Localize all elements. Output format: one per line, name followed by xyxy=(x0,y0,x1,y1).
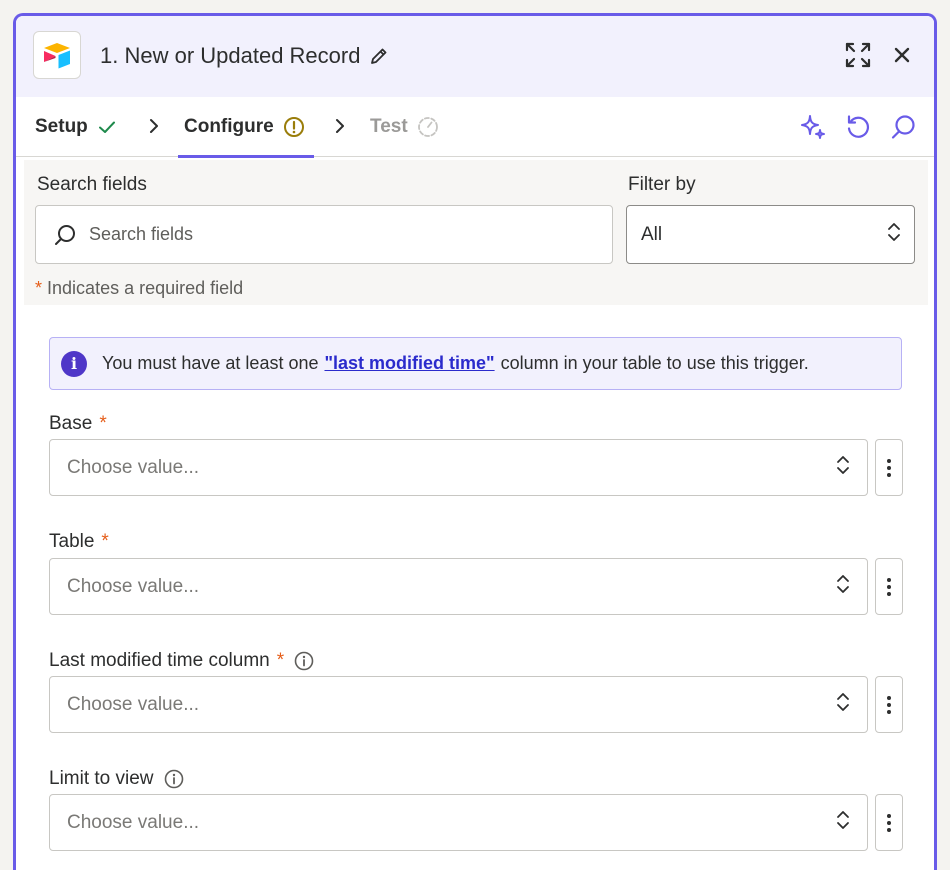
up-down-chevron-icon xyxy=(835,690,851,720)
search-filter-region: Search fields Filter by All * Indicates … xyxy=(24,160,928,305)
limit-to-view-more-button[interactable] xyxy=(875,794,903,851)
refresh-icon[interactable] xyxy=(844,113,872,141)
up-down-chevron-icon xyxy=(835,572,851,602)
tab-configure[interactable]: Configure xyxy=(178,97,314,158)
vertical-dots-icon xyxy=(887,577,891,596)
search-icon xyxy=(53,223,77,247)
help-circle-icon[interactable] xyxy=(294,651,314,671)
vertical-dots-icon xyxy=(887,813,891,832)
last-modified-column-label-text: Last modified time column xyxy=(49,650,270,671)
required-star: * xyxy=(101,531,109,552)
up-down-chevron-icon xyxy=(835,808,851,838)
table-more-button[interactable] xyxy=(875,558,903,615)
base-select[interactable]: Choose value... xyxy=(49,439,868,496)
vertical-dots-icon xyxy=(887,458,891,477)
required-star: * xyxy=(35,278,43,298)
limit-to-view-label: Limit to view xyxy=(49,768,184,790)
required-star: * xyxy=(99,413,107,434)
up-down-chevron-icon xyxy=(886,220,902,250)
tab-configure-label: Configure xyxy=(184,116,274,137)
warning-circle-icon xyxy=(283,116,305,138)
step-tabs: Setup Configure Test xyxy=(16,97,934,158)
table-placeholder: Choose value... xyxy=(67,575,200,597)
table-label-text: Table xyxy=(49,531,95,552)
info-text-after: column in your table to use this trigger… xyxy=(500,353,809,373)
panel-header: 1. New or Updated Record xyxy=(16,16,934,97)
tab-test-label: Test xyxy=(370,116,408,137)
last-modified-column-label: Last modified time column * xyxy=(49,650,314,672)
help-circle-icon[interactable] xyxy=(164,769,184,789)
base-label-text: Base xyxy=(49,413,93,434)
check-icon xyxy=(97,117,117,137)
step-editor-panel: 1. New or Updated Record Setup Configure… xyxy=(13,13,937,870)
step-title[interactable]: 1. New or Updated Record xyxy=(100,43,389,69)
base-label: Base * xyxy=(49,413,107,435)
close-icon[interactable] xyxy=(892,45,912,65)
info-icon: i xyxy=(61,350,87,377)
last-modified-time-link[interactable]: "last modified time" xyxy=(324,353,494,374)
last-modified-column-placeholder: Choose value... xyxy=(67,693,200,715)
expand-icon[interactable] xyxy=(844,41,872,69)
tab-test[interactable]: Test xyxy=(370,97,439,157)
search-fields-label: Search fields xyxy=(37,174,147,195)
last-modified-column-select[interactable]: Choose value... xyxy=(49,676,868,733)
table-select[interactable]: Choose value... xyxy=(49,558,868,615)
required-field-note: * Indicates a required field xyxy=(35,278,243,299)
timer-icon xyxy=(417,116,439,138)
limit-to-view-select[interactable]: Choose value... xyxy=(49,794,868,851)
filter-by-select[interactable]: All xyxy=(626,205,915,264)
pencil-icon[interactable] xyxy=(369,46,389,66)
last-modified-column-more-button[interactable] xyxy=(875,676,903,733)
limit-to-view-label-text: Limit to view xyxy=(49,768,154,789)
search-input[interactable] xyxy=(89,224,569,245)
info-banner: i You must have at least one "last modif… xyxy=(49,337,902,390)
limit-to-view-placeholder: Choose value... xyxy=(67,811,200,833)
required-star: * xyxy=(276,650,285,671)
base-placeholder: Choose value... xyxy=(67,456,200,478)
info-text-before: You must have at least one xyxy=(102,353,319,373)
tab-setup[interactable]: Setup xyxy=(35,97,117,157)
search-field-box[interactable] xyxy=(35,205,613,264)
chevron-right-icon xyxy=(147,117,161,135)
required-note-text: Indicates a required field xyxy=(47,278,244,298)
table-label: Table * xyxy=(49,531,109,553)
tab-setup-label: Setup xyxy=(35,116,88,137)
step-title-text: 1. New or Updated Record xyxy=(100,43,361,68)
sparkle-icon[interactable] xyxy=(799,113,827,141)
search-icon[interactable] xyxy=(889,113,917,141)
up-down-chevron-icon xyxy=(835,453,851,483)
filter-by-value: All xyxy=(641,223,663,245)
airtable-logo xyxy=(33,31,81,79)
chevron-right-icon xyxy=(333,117,347,135)
base-more-button[interactable] xyxy=(875,439,903,496)
vertical-dots-icon xyxy=(887,695,891,714)
filter-by-label: Filter by xyxy=(628,174,696,195)
